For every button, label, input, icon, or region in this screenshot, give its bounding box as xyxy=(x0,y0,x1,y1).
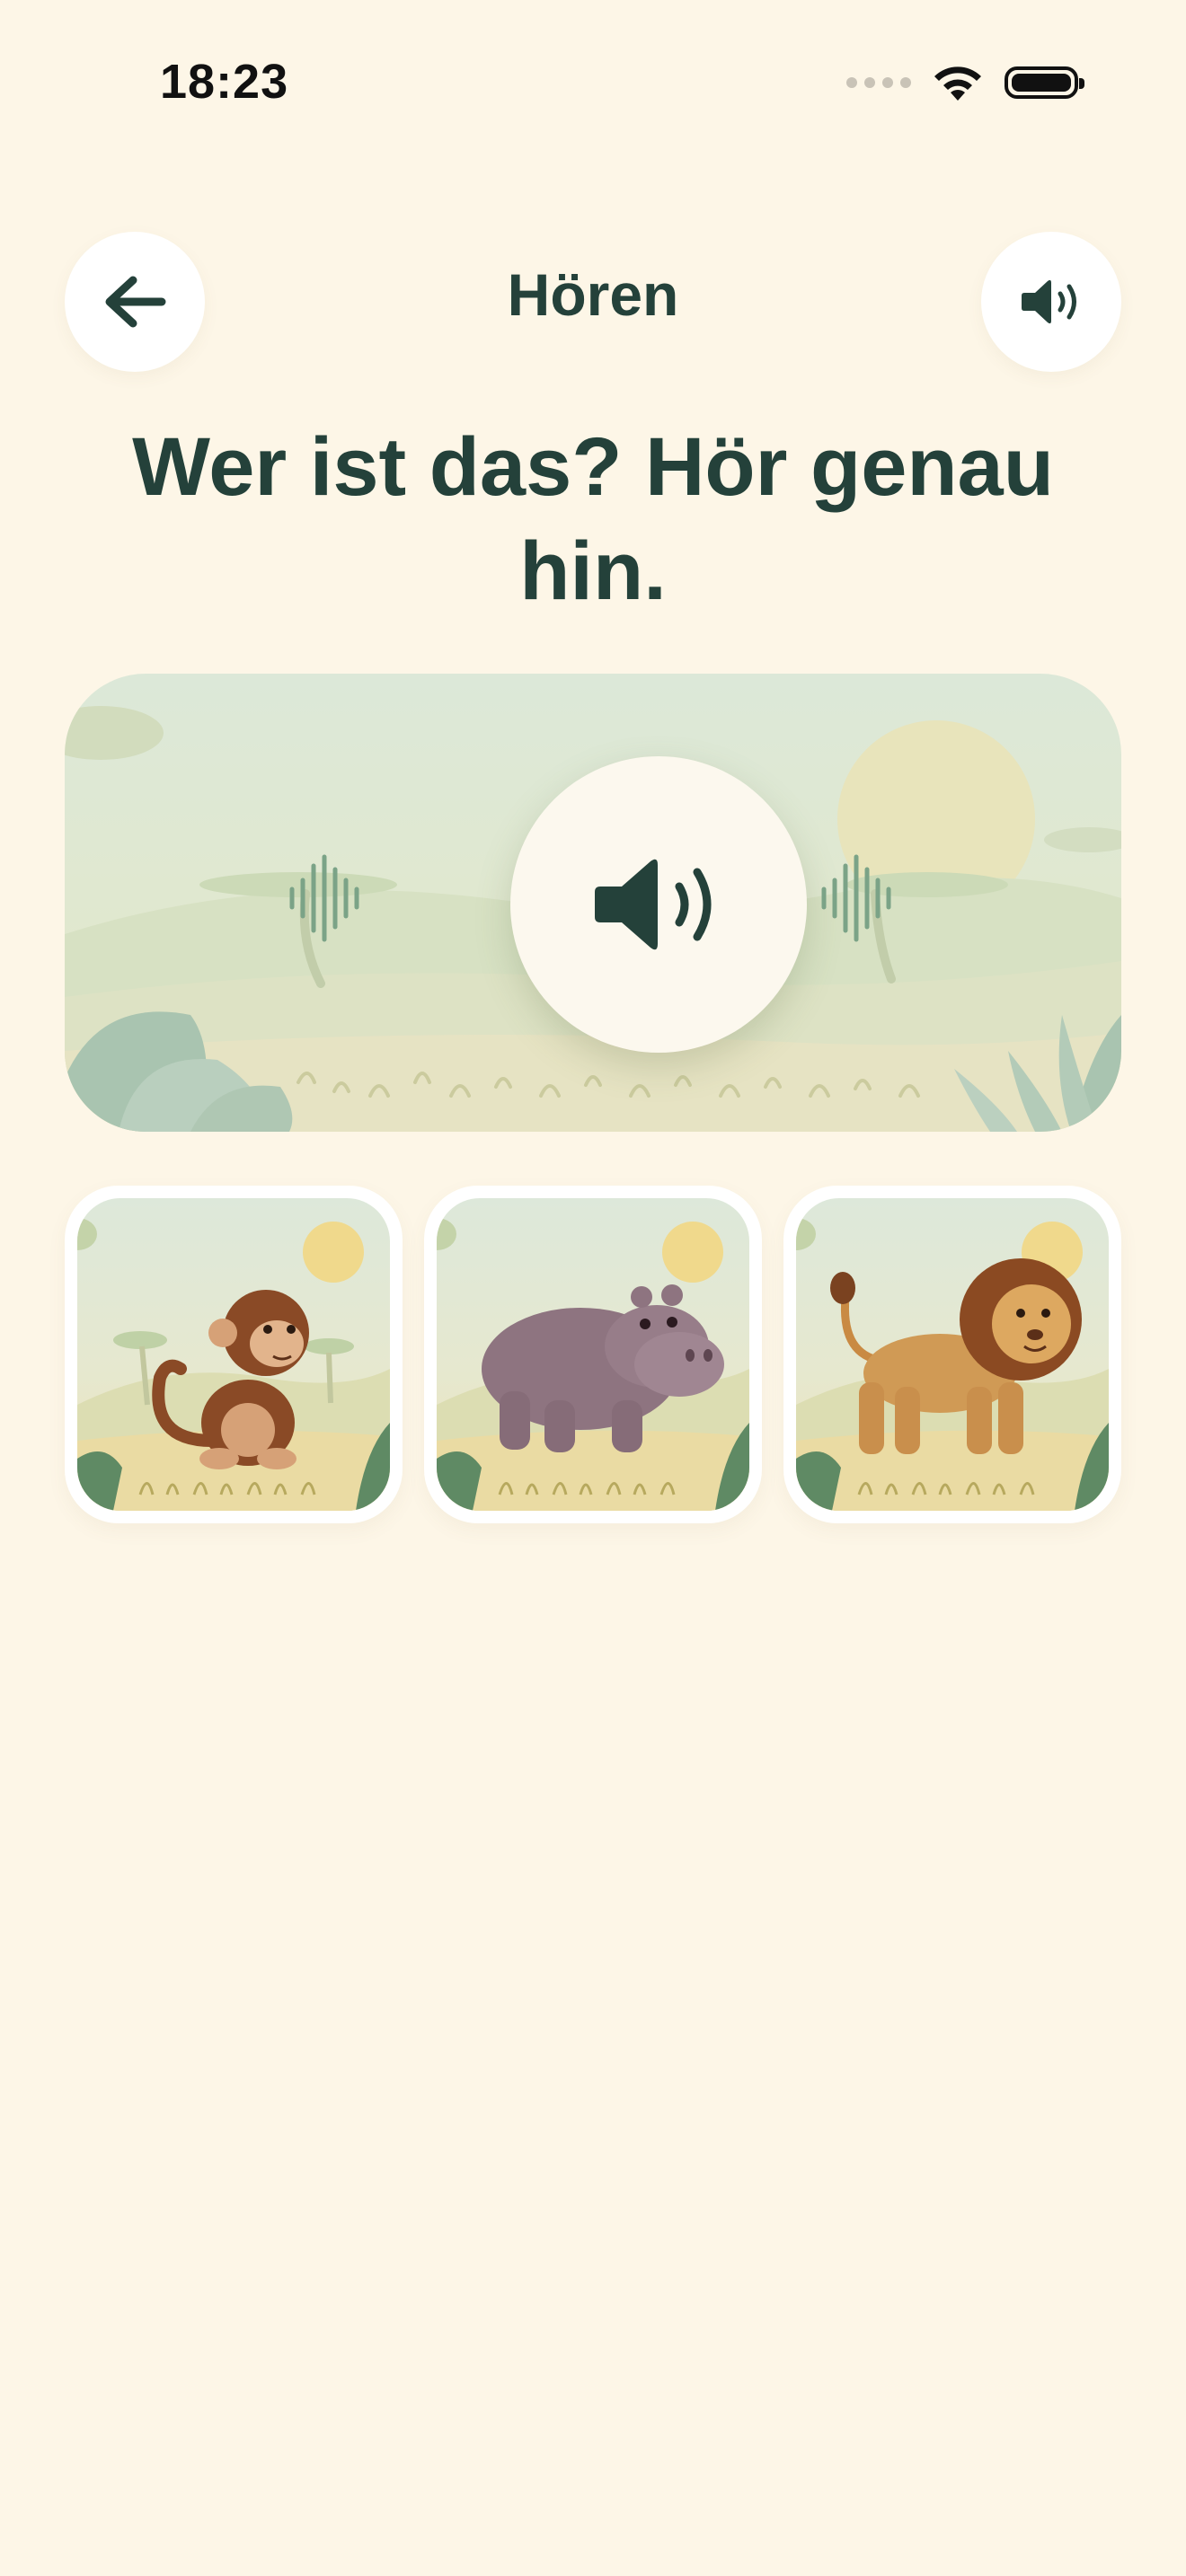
status-time: 18:23 xyxy=(160,55,289,109)
play-sound-button[interactable] xyxy=(510,756,807,1053)
speaker-icon xyxy=(1022,279,1076,324)
sound-wave-icon xyxy=(289,854,359,942)
choice-hippo[interactable] xyxy=(424,1186,762,1523)
speaker-large-icon xyxy=(595,859,712,950)
battery-icon xyxy=(1005,66,1084,99)
choice-monkey[interactable] xyxy=(65,1186,403,1523)
sound-wave-icon xyxy=(821,854,891,942)
signal-dots-icon xyxy=(846,77,911,88)
question-prompt: Wer ist das? Hör genau hin. xyxy=(132,421,1054,617)
hippo-illustration xyxy=(437,1218,749,1511)
replay-sound-button[interactable] xyxy=(981,232,1121,372)
status-icons xyxy=(846,63,1084,102)
wifi-icon xyxy=(934,66,981,101)
listening-screen: 18:23 Hören Wer ist das? Hör genau hin. xyxy=(0,0,1186,2576)
lion-card-image xyxy=(796,1198,1109,1511)
answer-choices xyxy=(65,1186,1121,1523)
audio-card[interactable] xyxy=(65,674,1121,1132)
hippo-card-image xyxy=(437,1198,749,1511)
monkey-illustration xyxy=(77,1218,390,1511)
choice-lion[interactable] xyxy=(783,1186,1121,1523)
monkey-card-image xyxy=(77,1198,390,1511)
lion-illustration xyxy=(796,1218,1109,1511)
